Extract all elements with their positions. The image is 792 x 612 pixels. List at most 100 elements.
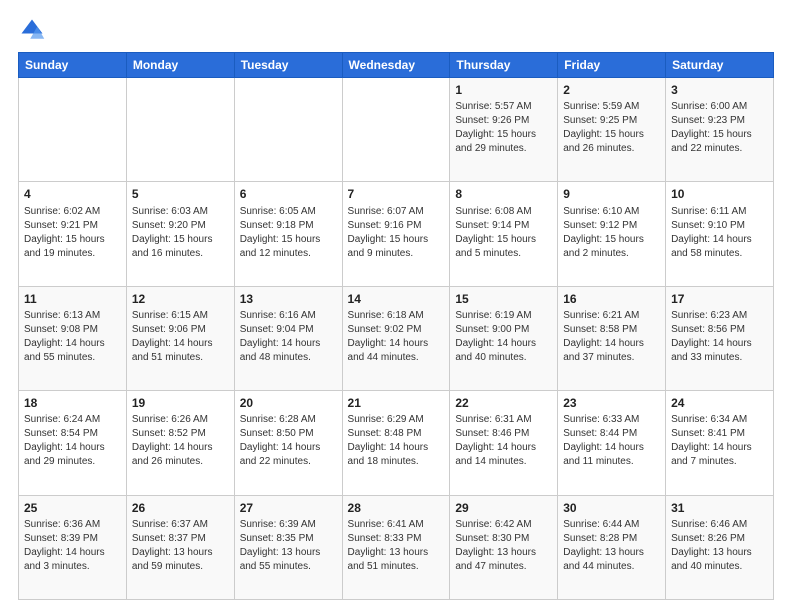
calendar-table: SundayMondayTuesdayWednesdayThursdayFrid…: [18, 52, 774, 600]
day-number: 3: [671, 82, 768, 98]
day-info: Sunrise: 6:18 AMSunset: 9:02 PMDaylight:…: [348, 309, 445, 365]
day-info: Sunrise: 6:23 AMSunset: 8:56 PMDaylight:…: [671, 309, 768, 365]
col-header-saturday: Saturday: [666, 53, 774, 78]
day-number: 9: [563, 186, 660, 202]
day-cell: 27 Sunrise: 6:39 AMSunset: 8:35 PMDayligh…: [234, 495, 342, 599]
day-cell: 17 Sunrise: 6:23 AMSunset: 8:56 PMDayligh…: [666, 286, 774, 390]
day-cell: 31 Sunrise: 6:46 AMSunset: 8:26 PMDayligh…: [666, 495, 774, 599]
day-number: 20: [240, 395, 337, 411]
day-number: 18: [24, 395, 121, 411]
day-cell: 21 Sunrise: 6:29 AMSunset: 8:48 PMDayligh…: [342, 391, 450, 495]
day-info: Sunrise: 6:02 AMSunset: 9:21 PMDaylight:…: [24, 205, 121, 261]
day-cell: 19Sunrise: 6:26 AMSunset: 8:52 PMDayligh…: [126, 391, 234, 495]
day-info: Sunrise: 6:28 AMSunset: 8:50 PMDaylight:…: [240, 413, 337, 469]
day-cell: 20 Sunrise: 6:28 AMSunset: 8:50 PMDayligh…: [234, 391, 342, 495]
day-cell: 5 Sunrise: 6:03 AMSunset: 9:20 PMDaylight…: [126, 182, 234, 286]
col-header-monday: Monday: [126, 53, 234, 78]
day-info: Sunrise: 6:29 AMSunset: 8:48 PMDaylight:…: [348, 413, 445, 469]
day-cell: 15 Sunrise: 6:19 AMSunset: 9:00 PMDayligh…: [450, 286, 558, 390]
day-info: Sunrise: 6:31 AMSunset: 8:46 PMDaylight:…: [455, 413, 552, 469]
day-cell: 22 Sunrise: 6:31 AMSunset: 8:46 PMDayligh…: [450, 391, 558, 495]
day-number: 11: [24, 291, 121, 307]
day-number: 26: [132, 500, 229, 516]
day-number: 25: [24, 500, 121, 516]
day-number: 16: [563, 291, 660, 307]
day-cell: 8 Sunrise: 6:08 AMSunset: 9:14 PMDaylight…: [450, 182, 558, 286]
day-number: 21: [348, 395, 445, 411]
day-number: 22: [455, 395, 552, 411]
col-header-wednesday: Wednesday: [342, 53, 450, 78]
day-info: Sunrise: 5:57 AMSunset: 9:26 PMDaylight:…: [455, 100, 552, 156]
day-cell: 3 Sunrise: 6:00 AMSunset: 9:23 PMDaylight…: [666, 78, 774, 182]
day-info: Sunrise: 6:16 AMSunset: 9:04 PMDaylight:…: [240, 309, 337, 365]
day-info: Sunrise: 6:05 AMSunset: 9:18 PMDaylight:…: [240, 205, 337, 261]
day-info: Sunrise: 6:21 AMSunset: 8:58 PMDaylight:…: [563, 309, 660, 365]
day-number: 12: [132, 291, 229, 307]
day-number: 28: [348, 500, 445, 516]
day-cell: 16 Sunrise: 6:21 AMSunset: 8:58 PMDayligh…: [558, 286, 666, 390]
week-row-1: 1 Sunrise: 5:57 AMSunset: 9:26 PMDaylight…: [19, 78, 774, 182]
day-number: 27: [240, 500, 337, 516]
day-info: Sunrise: 6:41 AMSunset: 8:33 PMDaylight:…: [348, 518, 445, 574]
day-cell: 4 Sunrise: 6:02 AMSunset: 9:21 PMDaylight…: [19, 182, 127, 286]
day-info: Sunrise: 6:33 AMSunset: 8:44 PMDaylight:…: [563, 413, 660, 469]
day-number: 30: [563, 500, 660, 516]
day-info: Sunrise: 6:11 AMSunset: 9:10 PMDaylight:…: [671, 205, 768, 261]
day-info: Sunrise: 5:59 AMSunset: 9:25 PMDaylight:…: [563, 100, 660, 156]
day-info: Sunrise: 6:46 AMSunset: 8:26 PMDaylight:…: [671, 518, 768, 574]
day-number: 2: [563, 82, 660, 98]
col-header-thursday: Thursday: [450, 53, 558, 78]
day-cell: 26 Sunrise: 6:37 AMSunset: 8:37 PMDayligh…: [126, 495, 234, 599]
day-cell: 7Sunrise: 6:07 AMSunset: 9:16 PMDaylight…: [342, 182, 450, 286]
day-cell: 2 Sunrise: 5:59 AMSunset: 9:25 PMDaylight…: [558, 78, 666, 182]
day-info: Sunrise: 6:15 AMSunset: 9:06 PMDaylight:…: [132, 309, 229, 365]
day-number: 10: [671, 186, 768, 202]
day-info: Sunrise: 6:39 AMSunset: 8:35 PMDaylight:…: [240, 518, 337, 574]
day-number: 6: [240, 186, 337, 202]
day-cell: 29 Sunrise: 6:42 AMSunset: 8:30 PMDayligh…: [450, 495, 558, 599]
day-cell: 11Sunrise: 6:13 AMSunset: 9:08 PMDayligh…: [19, 286, 127, 390]
week-row-4: 18Sunrise: 6:24 AMSunset: 8:54 PMDayligh…: [19, 391, 774, 495]
day-cell: 14 Sunrise: 6:18 AMSunset: 9:02 PMDayligh…: [342, 286, 450, 390]
day-number: 7: [348, 186, 445, 202]
day-number: 29: [455, 500, 552, 516]
day-cell: 12 Sunrise: 6:15 AMSunset: 9:06 PMDayligh…: [126, 286, 234, 390]
day-number: 14: [348, 291, 445, 307]
week-row-2: 4 Sunrise: 6:02 AMSunset: 9:21 PMDaylight…: [19, 182, 774, 286]
col-header-sunday: Sunday: [19, 53, 127, 78]
day-info: Sunrise: 6:36 AMSunset: 8:39 PMDaylight:…: [24, 518, 121, 574]
day-number: 8: [455, 186, 552, 202]
page: SundayMondayTuesdayWednesdayThursdayFrid…: [0, 0, 792, 612]
day-number: 31: [671, 500, 768, 516]
day-info: Sunrise: 6:19 AMSunset: 9:00 PMDaylight:…: [455, 309, 552, 365]
day-cell: 24Sunrise: 6:34 AMSunset: 8:41 PMDayligh…: [666, 391, 774, 495]
day-cell: 10 Sunrise: 6:11 AMSunset: 9:10 PMDayligh…: [666, 182, 774, 286]
col-header-friday: Friday: [558, 53, 666, 78]
day-info: Sunrise: 6:26 AMSunset: 8:52 PMDaylight:…: [132, 413, 229, 469]
day-info: Sunrise: 6:37 AMSunset: 8:37 PMDaylight:…: [132, 518, 229, 574]
day-info: Sunrise: 6:03 AMSunset: 9:20 PMDaylight:…: [132, 205, 229, 261]
col-header-tuesday: Tuesday: [234, 53, 342, 78]
day-number: 5: [132, 186, 229, 202]
day-info: Sunrise: 6:00 AMSunset: 9:23 PMDaylight:…: [671, 100, 768, 156]
logo-icon: [18, 16, 46, 44]
day-number: 4: [24, 186, 121, 202]
day-info: Sunrise: 6:42 AMSunset: 8:30 PMDaylight:…: [455, 518, 552, 574]
day-number: 13: [240, 291, 337, 307]
day-number: 17: [671, 291, 768, 307]
day-number: 15: [455, 291, 552, 307]
day-cell: 9 Sunrise: 6:10 AMSunset: 9:12 PMDaylight…: [558, 182, 666, 286]
day-cell: 30Sunrise: 6:44 AMSunset: 8:28 PMDayligh…: [558, 495, 666, 599]
day-info: Sunrise: 6:08 AMSunset: 9:14 PMDaylight:…: [455, 205, 552, 261]
day-cell: 13 Sunrise: 6:16 AMSunset: 9:04 PMDayligh…: [234, 286, 342, 390]
day-cell: 28 Sunrise: 6:41 AMSunset: 8:33 PMDayligh…: [342, 495, 450, 599]
day-cell: [19, 78, 127, 182]
day-cell: 6 Sunrise: 6:05 AMSunset: 9:18 PMDaylight…: [234, 182, 342, 286]
day-cell: 1 Sunrise: 5:57 AMSunset: 9:26 PMDaylight…: [450, 78, 558, 182]
day-cell: [126, 78, 234, 182]
day-info: Sunrise: 6:10 AMSunset: 9:12 PMDaylight:…: [563, 205, 660, 261]
day-cell: 18Sunrise: 6:24 AMSunset: 8:54 PMDayligh…: [19, 391, 127, 495]
day-cell: 23Sunrise: 6:33 AMSunset: 8:44 PMDayligh…: [558, 391, 666, 495]
day-number: 1: [455, 82, 552, 98]
day-cell: [342, 78, 450, 182]
